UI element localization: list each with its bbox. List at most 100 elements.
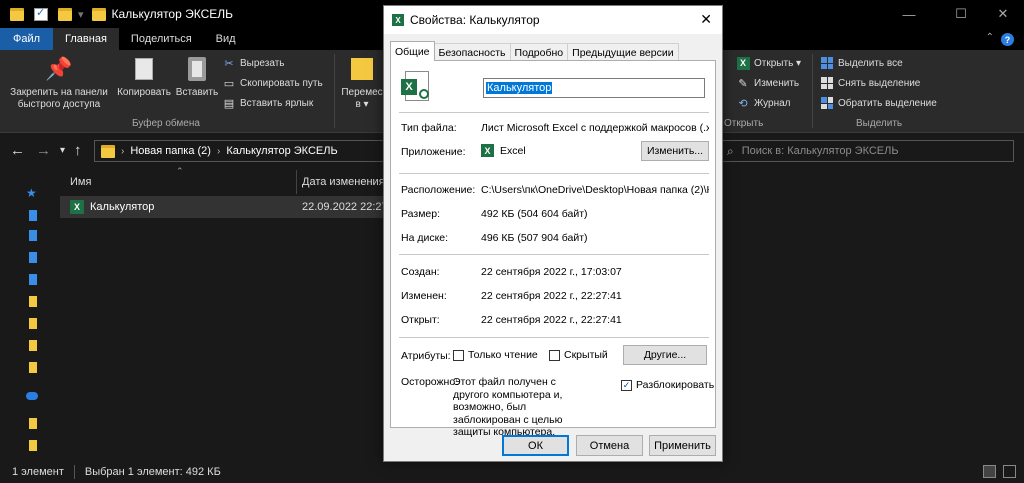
breadcrumb-separator-icon[interactable]: › (217, 146, 220, 157)
readonly-checkbox-box[interactable] (453, 349, 464, 361)
quick-access-star-icon[interactable]: ★ (26, 186, 38, 200)
up-arrow-icon[interactable]: ↑ (74, 142, 82, 159)
column-header-name[interactable]: Имя (70, 168, 91, 196)
cancel-button[interactable]: Отмена (576, 435, 643, 456)
onedrive-cloud-icon[interactable] (26, 392, 38, 400)
details-view-icon[interactable] (983, 465, 996, 478)
change-app-button[interactable]: Изменить... (641, 141, 709, 161)
breadcrumb-separator-icon[interactable]: › (121, 146, 124, 157)
close-button[interactable]: ✕ (980, 0, 1024, 28)
check-icon[interactable]: ✓ (621, 379, 632, 391)
dialog-close-button[interactable]: ✕ (700, 11, 712, 28)
tab-security[interactable]: Безопасность (433, 43, 511, 61)
readonly-label: Только чтение (468, 349, 538, 361)
hidden-checkbox[interactable]: Скрытый (549, 349, 608, 361)
unblock-checkbox[interactable]: ✓ Разблокировать (621, 379, 714, 391)
file-name-input[interactable]: Калькулятор (483, 78, 705, 98)
copy-button[interactable]: Копировать (113, 55, 175, 99)
pin-quick-access-button[interactable]: 📌 Закрепить на панели быстрого доступа (4, 55, 114, 111)
cut-label: Вырезать (240, 57, 285, 69)
folder-icon[interactable] (29, 296, 37, 307)
history-button[interactable]: ⟲ Журнал (736, 96, 790, 110)
folder-icon[interactable] (29, 362, 37, 373)
paste-button[interactable]: Вставить (175, 55, 219, 99)
tab-home[interactable]: Главная (53, 28, 119, 50)
address-bar[interactable]: › Новая папка (2) › Калькулятор ЭКСЕЛЬ (94, 140, 384, 162)
file-type-value: Лист Microsoft Excel с поддержкой макрос… (481, 122, 709, 134)
column-separator[interactable] (296, 170, 297, 194)
attributes-label: Атрибуты: (401, 350, 451, 362)
readonly-checkbox[interactable]: Только чтение (453, 349, 538, 361)
cut-button[interactable]: ✂ Вырезать (222, 56, 284, 70)
search-input[interactable] (741, 145, 992, 157)
folder-icon[interactable] (29, 340, 37, 351)
navigation-pane: ★ (0, 168, 60, 460)
hidden-checkbox-box[interactable] (549, 349, 560, 361)
open-button[interactable]: X Открыть ▾ (736, 56, 801, 70)
excel-icon: X (392, 14, 404, 26)
edit-button[interactable]: ✎ Изменить (736, 76, 799, 90)
open-group-label: Открыть (724, 118, 764, 129)
invert-selection-button[interactable]: Обратить выделение (820, 96, 937, 110)
folder-icon (101, 144, 115, 158)
properties-quick-icon[interactable] (34, 6, 48, 21)
move-to-button[interactable]: Перемес в ▾ (340, 55, 384, 111)
dialog-titlebar[interactable]: X Свойства: Калькулятор ✕ (384, 6, 722, 34)
forward-arrow-icon[interactable]: → (36, 142, 51, 159)
tab-previous-versions[interactable]: Предыдущие версии (567, 43, 679, 61)
select-all-button[interactable]: Выделить все (820, 56, 903, 70)
breadcrumb-item[interactable]: Калькулятор ЭКСЕЛЬ (226, 145, 337, 157)
tab-details[interactable]: Подробно (509, 43, 569, 61)
accessed-value: 22 сентября 2022 г., 22:27:41 (481, 314, 622, 326)
select-none-button[interactable]: Снять выделение (820, 76, 920, 90)
advanced-attributes-button[interactable]: Другие... (623, 345, 707, 365)
documents-icon[interactable] (29, 252, 37, 263)
file-name-selected-text: Калькулятор (486, 82, 553, 94)
downloads-icon[interactable] (29, 230, 37, 241)
tab-general[interactable]: Общие (390, 41, 435, 61)
apply-button[interactable]: Применить (649, 435, 716, 456)
tab-file[interactable]: Файл (0, 28, 54, 50)
security-warning-text: Этот файл получен с другого компьютера и… (453, 376, 563, 438)
search-box[interactable]: ⌕ (718, 140, 1014, 162)
properties-dialog: X Свойства: Калькулятор ✕ Общие Безопасн… (383, 5, 723, 462)
ribbon-separator (334, 54, 335, 128)
minimize-button[interactable]: — (886, 0, 932, 28)
back-arrow-icon[interactable]: ← (10, 142, 25, 159)
help-icon[interactable]: ? (1001, 33, 1014, 46)
copy-path-label: Скопировать путь (240, 77, 323, 89)
invert-selection-icon (821, 97, 833, 109)
invert-selection-label: Обратить выделение (838, 97, 937, 109)
general-tab-panel: X Калькулятор Тип файла: Лист Microsoft … (390, 60, 716, 438)
move-label-2: в ▾ (355, 99, 369, 110)
folder-icon[interactable] (29, 440, 37, 451)
clipboard-icon (188, 57, 206, 81)
modified-label: Изменен: (401, 290, 447, 302)
chevron-down-icon[interactable]: ▾ (78, 8, 84, 21)
tiles-view-icon[interactable] (1003, 465, 1016, 478)
recent-chevron-icon[interactable]: ▾ (60, 145, 65, 156)
paste-shortcut-button[interactable]: ▤ Вставить ярлык (222, 96, 313, 110)
excel-icon: X (736, 56, 750, 70)
pictures-icon[interactable] (29, 274, 37, 285)
column-header-date[interactable]: Дата изменения (302, 168, 385, 196)
maximize-button[interactable]: ☐ (938, 0, 984, 28)
paste-label: Вставить (175, 87, 219, 98)
folder-icon[interactable] (10, 7, 24, 21)
desktop-icon[interactable] (29, 210, 37, 221)
copy-path-button[interactable]: ▭ Скопировать путь (222, 76, 323, 90)
table-row[interactable]: X Калькулятор 22.09.2022 22:27 (60, 196, 390, 218)
select-all-icon (821, 57, 833, 69)
chevron-up-icon[interactable]: ⌃ (986, 32, 994, 43)
accessed-label: Открыт: (401, 314, 440, 326)
ok-button[interactable]: ОК (502, 435, 569, 456)
select-group-label: Выделить (856, 118, 903, 129)
folder-icon[interactable] (29, 418, 37, 429)
copy-label: Копировать (117, 87, 171, 98)
excel-macro-file-icon: X (401, 71, 431, 101)
breadcrumb-item[interactable]: Новая папка (2) (130, 145, 211, 157)
tab-share[interactable]: Поделиться (119, 28, 204, 50)
folder-icon[interactable] (29, 318, 37, 329)
tab-view[interactable]: Вид (204, 28, 248, 50)
new-folder-quick-icon[interactable] (58, 7, 72, 21)
